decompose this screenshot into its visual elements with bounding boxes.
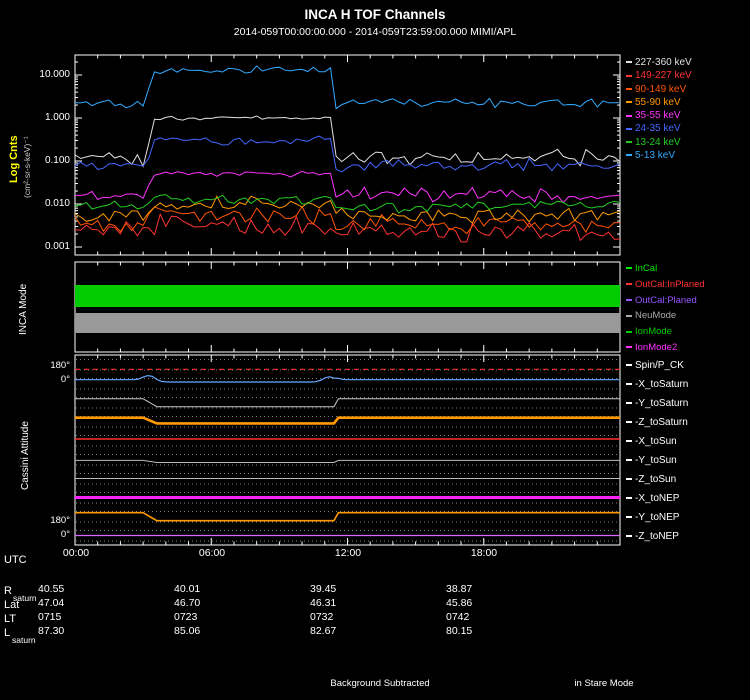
table-cell: 40.55 (38, 583, 65, 595)
table-row: 0715 0723 0732 0742 (0, 611, 750, 625)
table-cell: 87.30 (38, 625, 65, 637)
legend-item-spin-pck: Spin/P_CK (626, 356, 688, 375)
table-cell: 0732 (310, 611, 334, 623)
attitude-tick-180-bottom: 180° (50, 515, 70, 526)
legend-item-13-24: 13-24 keV (626, 136, 692, 149)
attitude-tick-0-top: 0° (60, 374, 70, 385)
utc-label: UTC (4, 554, 27, 566)
attitude-tick-0-bottom: 0° (60, 529, 70, 540)
legend-item-55-90: 55-90 keV (626, 96, 692, 109)
legend-item-ionmode: IonMode (626, 324, 705, 340)
table-row: 40.55 40.01 39.45 38.87 (0, 583, 750, 597)
table-cell: 45.86 (446, 597, 473, 609)
table-cell: 46.70 (174, 597, 201, 609)
attitude-legend: Spin/P_CK -X_toSaturn -Y_toSaturn -Z_toS… (626, 356, 688, 546)
legend-item-neumode: NeuMode (626, 308, 705, 324)
legend-item-x-tosaturn: -X_toSaturn (626, 375, 688, 394)
background-subtracted-note: Background Subtracted (330, 678, 430, 689)
legend-item-x-tonep: -X_toNEP (626, 489, 688, 508)
cassini-attitude-axis-label: Cassini Attitude (20, 421, 31, 490)
legend-item-149-227: 149-227 keV (626, 69, 692, 82)
table-row: 87.30 85.06 82.67 80.15 (0, 625, 750, 639)
attitude-tick-180-top: 180° (50, 360, 70, 371)
xtick-1200: 12:00 (334, 547, 362, 559)
legend-item-x-tosun: -X_toSun (626, 432, 688, 451)
table-cell: 47.04 (38, 597, 65, 609)
xtick-0000: 00:00 (62, 547, 90, 559)
legend-item-35-55: 35-55 keV (626, 109, 692, 122)
inca-mode-axis-label: INCA Mode (18, 283, 29, 335)
energy-channel-legend: 227-360 keV 149-227 keV 90-149 keV 55-90… (626, 56, 692, 162)
legend-item-24-35: 24-35 keV (626, 122, 692, 135)
legend-item-90-149: 90-149 keV (626, 83, 692, 96)
legend-item-y-tosun: -Y_toSun (626, 451, 688, 470)
table-cell: 85.06 (174, 625, 201, 637)
legend-item-y-tonep: -Y_toNEP (626, 508, 688, 527)
ytick-1: 1.000 (44, 112, 70, 123)
table-cell: 39.45 (310, 583, 337, 595)
legend-item-outcal-planed: OutCal:Planed (626, 293, 705, 309)
legend-item-z-tosun: -Z_toSun (626, 470, 688, 489)
legend-item-z-tonep: -Z_toNEP (626, 527, 688, 546)
table-cell: 0715 (38, 611, 62, 623)
legend-item-incal: InCal (626, 261, 705, 277)
legend-item-5-13: 5-13 keV (626, 149, 692, 162)
stare-mode-note: in Stare Mode (574, 678, 634, 689)
legend-item-ionmode2: IonMode2 (626, 340, 705, 356)
table-cell: 80.15 (446, 625, 473, 637)
table-cell: 46.31 (310, 597, 337, 609)
ytick-0p01: 0.010 (44, 198, 70, 209)
xtick-1800: 18:00 (470, 547, 498, 559)
inca-plot-window: INCA H TOF Channels 2014-059T00:00:00.00… (0, 0, 750, 700)
table-cell: 0742 (446, 611, 470, 623)
table-cell: 40.01 (174, 583, 201, 595)
counts-axis-label: Log Cnts (8, 135, 20, 183)
legend-item-227-360: 227-360 keV (626, 56, 692, 69)
table-cell: 0723 (174, 611, 198, 623)
xtick-0600: 06:00 (198, 547, 226, 559)
table-cell: 38.87 (446, 583, 473, 595)
counts-axis-units: (cm²-sr-s-keV)⁻¹ (22, 136, 32, 198)
inca-mode-legend: InCal OutCal:InPlaned OutCal:Planed NeuM… (626, 261, 705, 356)
legend-item-z-tosaturn: -Z_toSaturn (626, 413, 688, 432)
ytick-10: 10.000 (39, 69, 70, 80)
page-title: INCA H TOF Channels (304, 7, 446, 22)
table-cell: 82.67 (310, 625, 337, 637)
legend-item-outcal-inplaned: OutCal:InPlaned (626, 277, 705, 293)
time-range-subtitle: 2014-059T00:00:00.000 - 2014-059T23:59:0… (233, 26, 517, 38)
legend-item-y-tosaturn: -Y_toSaturn (626, 394, 688, 413)
ytick-0p001: 0.001 (44, 241, 70, 252)
ytick-0p1: 0.100 (44, 155, 70, 166)
table-row: 47.04 46.70 46.31 45.86 (0, 597, 750, 611)
